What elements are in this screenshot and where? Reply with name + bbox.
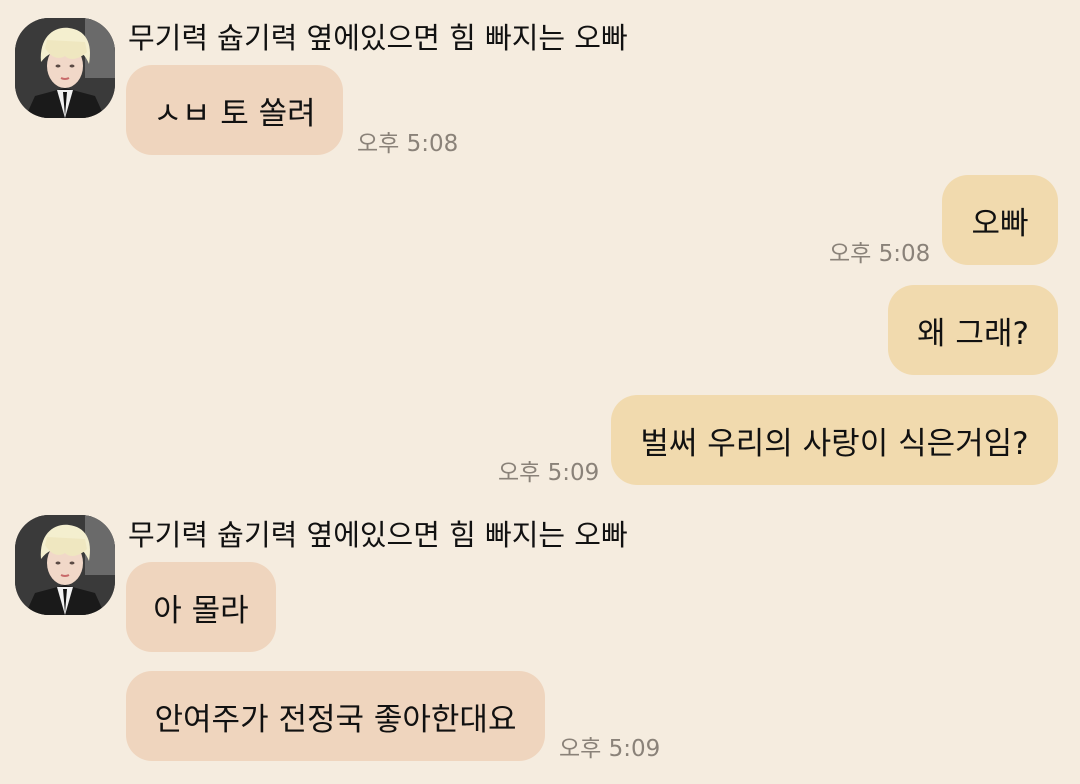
- sender-name: 무기력 슙기력 옆에있으면 힘 빠지는 오빠: [128, 21, 628, 55]
- message-timestamp: 오후 5:09: [498, 460, 600, 486]
- sender-avatar[interactable]: [15, 515, 115, 615]
- message-timestamp: 오후 5:08: [357, 131, 459, 157]
- profile-photo-icon: [15, 515, 115, 615]
- message-timestamp: 오후 5:09: [559, 736, 661, 762]
- message-bubble-incoming[interactable]: ㅅㅂ 토 쏠려: [126, 65, 343, 155]
- chat-view: 무기력 슙기력 옆에있으면 힘 빠지는 오빠 ㅅㅂ 토 쏠려 오후 5:08 오…: [0, 0, 1080, 784]
- sender-name: 무기력 슙기력 옆에있으면 힘 빠지는 오빠: [128, 518, 628, 552]
- message-bubble-outgoing[interactable]: 왜 그래?: [888, 285, 1058, 375]
- message-bubble-outgoing[interactable]: 벌써 우리의 사랑이 식은거임?: [611, 395, 1058, 485]
- message-bubble-incoming[interactable]: 안여주가 전정국 좋아한대요: [126, 671, 545, 761]
- message-bubble-outgoing[interactable]: 오빠: [942, 175, 1058, 265]
- message-timestamp: 오후 5:08: [829, 241, 931, 267]
- message-bubble-incoming[interactable]: 아 몰라: [126, 562, 276, 652]
- sender-avatar[interactable]: [15, 18, 115, 118]
- profile-photo-icon: [15, 18, 115, 118]
